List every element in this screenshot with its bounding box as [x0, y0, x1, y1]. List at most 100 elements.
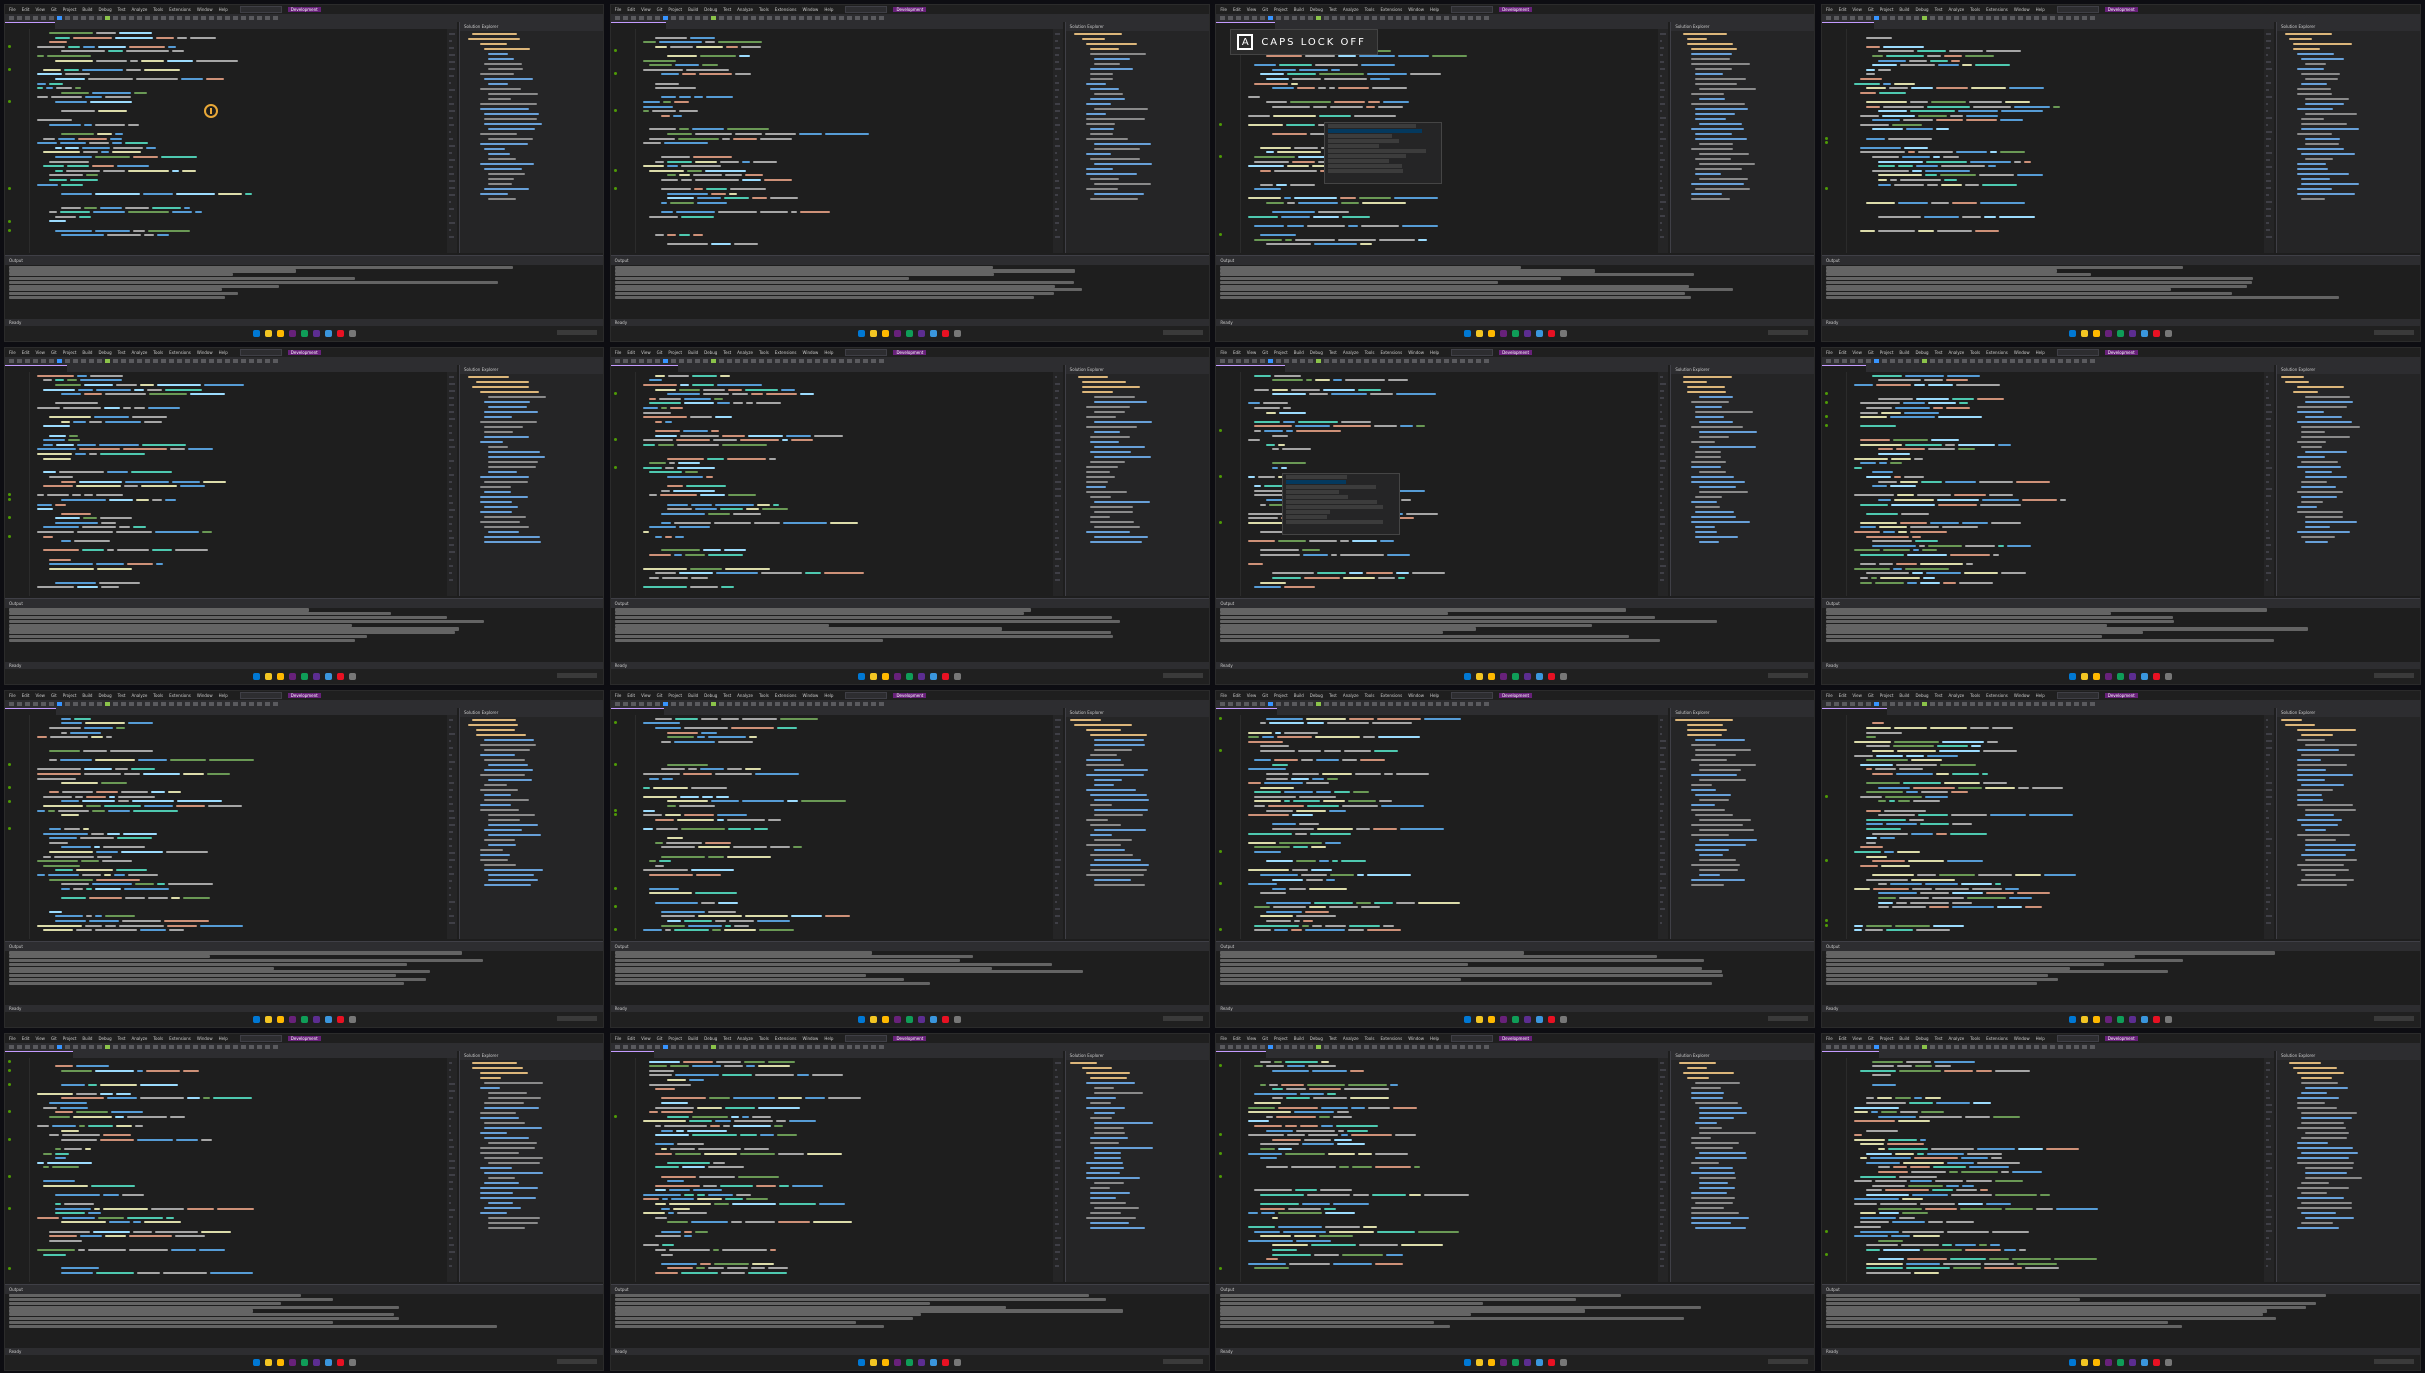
explorer-item[interactable] — [460, 525, 603, 529]
explorer-item[interactable] — [1066, 540, 1209, 544]
completion-item[interactable] — [1286, 479, 1347, 484]
taskbar-app-icon[interactable] — [2129, 330, 2137, 337]
toolbar-icon[interactable] — [209, 1044, 214, 1049]
explorer-item[interactable] — [1671, 390, 1814, 394]
code-line[interactable] — [1244, 585, 1654, 590]
toolbar-icon[interactable] — [846, 358, 852, 363]
taskbar-app-icon[interactable] — [906, 1015, 914, 1023]
explorer-item[interactable] — [1066, 132, 1209, 136]
menu-item-file[interactable]: File — [1826, 693, 1833, 698]
toolbar-icon[interactable] — [870, 358, 876, 363]
toolbar-icon[interactable] — [646, 701, 652, 706]
toolbar-icon[interactable] — [17, 358, 22, 363]
toolbar-icon[interactable] — [790, 701, 796, 706]
toolbar-icon[interactable] — [1476, 358, 1482, 363]
toolbar-icon[interactable] — [217, 1044, 222, 1049]
toolbar-icon[interactable] — [2049, 358, 2055, 363]
toolbar-icon[interactable] — [1308, 1044, 1314, 1049]
editor-tab[interactable] — [1879, 1051, 1920, 1058]
explorer-item[interactable] — [1066, 1131, 1209, 1135]
toolbar-icon[interactable] — [81, 1044, 86, 1049]
toolbar-icon[interactable] — [1977, 701, 1983, 706]
toolbar-icon[interactable] — [1412, 1044, 1418, 1049]
explorer-item[interactable] — [1066, 32, 1209, 36]
toolbar-icon[interactable] — [2017, 358, 2023, 363]
explorer-item[interactable] — [460, 375, 603, 379]
explorer-item[interactable] — [1671, 828, 1814, 832]
taskbar-app-icon[interactable] — [1463, 1015, 1471, 1023]
toolbar-icon[interactable] — [1308, 16, 1314, 20]
explorer-item[interactable] — [2277, 495, 2420, 499]
explorer-item[interactable] — [460, 793, 603, 797]
profile-badge[interactable]: Development — [2104, 1035, 2138, 1041]
explorer-item[interactable] — [2277, 1206, 2420, 1210]
explorer-item[interactable] — [460, 1221, 603, 1225]
toolbar-icon[interactable] — [1897, 1044, 1903, 1049]
explorer-item[interactable] — [460, 1226, 603, 1230]
toolbar-icon[interactable] — [622, 358, 628, 363]
toolbar-icon[interactable] — [654, 701, 660, 706]
menu-item-test[interactable]: Test — [118, 7, 126, 12]
menu-item-file[interactable]: File — [615, 7, 622, 12]
toolbar-icon[interactable] — [1412, 701, 1418, 706]
toolbar-icon[interactable] — [686, 16, 692, 20]
explorer-item[interactable] — [1671, 480, 1814, 484]
explorer-item[interactable] — [1671, 535, 1814, 539]
toolbar-icon[interactable] — [1412, 358, 1418, 363]
menu-item-file[interactable]: File — [9, 350, 16, 355]
toolbar-icon[interactable] — [129, 358, 134, 363]
toolbar-icon[interactable] — [2041, 16, 2047, 20]
toolbar-icon[interactable] — [1937, 701, 1943, 706]
taskbar-app-icon[interactable] — [1511, 1015, 1519, 1023]
explorer-item[interactable] — [2277, 410, 2420, 414]
menu-item-help[interactable]: Help — [219, 350, 228, 355]
menu-item-test[interactable]: Test — [723, 693, 731, 698]
explorer-item[interactable] — [460, 465, 603, 469]
explorer-item[interactable] — [1671, 485, 1814, 489]
explorer-item[interactable] — [2277, 768, 2420, 772]
menu-item-build[interactable]: Build — [1899, 7, 1909, 12]
toolbar-icon[interactable] — [622, 701, 628, 706]
toolbar-icon[interactable] — [41, 701, 46, 706]
taskbar-app-icon[interactable] — [1487, 672, 1495, 680]
explorer-item[interactable] — [1671, 42, 1814, 46]
explorer-item[interactable] — [1671, 1096, 1814, 1100]
explorer-item[interactable] — [1066, 848, 1209, 852]
code-editor[interactable] — [1821, 29, 2274, 253]
explorer-item[interactable] — [460, 1096, 603, 1100]
menu-item-help[interactable]: Help — [824, 1036, 833, 1041]
menu-item-edit[interactable]: Edit — [22, 7, 30, 12]
code-lines[interactable] — [639, 31, 1049, 247]
taskbar-app-icon[interactable] — [300, 672, 308, 680]
editor-tab[interactable] — [266, 1051, 321, 1058]
minimap[interactable] — [1052, 1057, 1063, 1282]
explorer-item[interactable] — [460, 878, 603, 882]
code-lines[interactable] — [1244, 717, 1654, 933]
explorer-item[interactable] — [460, 450, 603, 454]
profile-badge[interactable]: Development — [893, 7, 927, 12]
toolbar-icon[interactable] — [750, 1044, 756, 1049]
toolbar-icon[interactable] — [1332, 16, 1338, 20]
minimap[interactable] — [1052, 29, 1063, 253]
system-tray[interactable] — [1768, 1358, 1809, 1364]
explorer-item[interactable] — [1066, 470, 1209, 474]
explorer-item[interactable] — [1066, 1141, 1209, 1145]
toolbar-icon[interactable] — [614, 701, 620, 706]
editor-tab[interactable] — [857, 1051, 906, 1058]
menu-item-edit[interactable]: Edit — [1839, 7, 1847, 12]
menu-item-debug[interactable]: Debug — [1310, 7, 1323, 12]
toolbar-icon[interactable] — [145, 701, 150, 706]
explorer-item[interactable] — [1066, 375, 1209, 379]
output-panel[interactable]: Output — [610, 1283, 1209, 1349]
explorer-item[interactable] — [2277, 435, 2420, 439]
explorer-item[interactable] — [1671, 868, 1814, 872]
toolbar-icon[interactable] — [201, 701, 206, 706]
toolbar-icon[interactable] — [265, 358, 270, 363]
explorer-item[interactable] — [460, 480, 603, 484]
toolbar-icon[interactable] — [49, 701, 54, 706]
toolbar-icon[interactable] — [17, 701, 22, 706]
explorer-item[interactable] — [1671, 52, 1814, 56]
toolbar-icon[interactable] — [1388, 16, 1394, 20]
explorer-item[interactable] — [2277, 162, 2420, 166]
system-tray[interactable] — [557, 672, 597, 678]
